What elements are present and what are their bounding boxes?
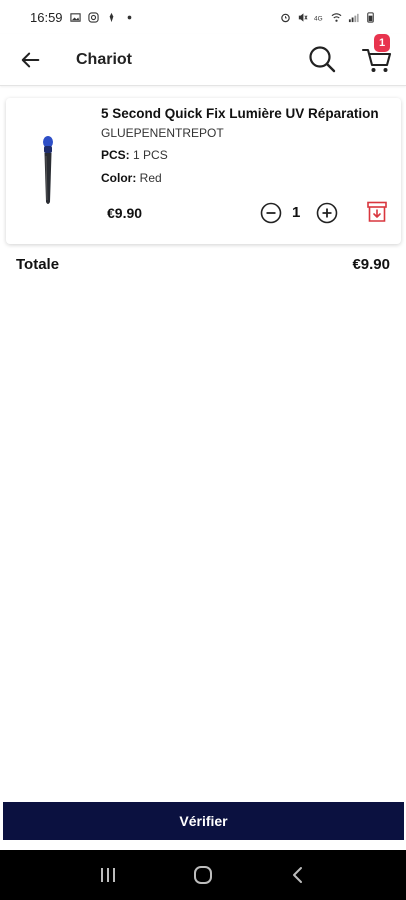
minus-circle-icon bbox=[260, 202, 282, 224]
increase-quantity-button[interactable] bbox=[316, 202, 338, 224]
mute-icon bbox=[297, 12, 308, 23]
color-value: Red bbox=[139, 171, 162, 185]
home-button[interactable] bbox=[189, 861, 217, 889]
total-value: €9.90 bbox=[352, 256, 390, 273]
status-bar: 16:59 4G bbox=[0, 0, 406, 34]
recent-apps-button[interactable] bbox=[94, 861, 122, 889]
product-price: €9.90 bbox=[107, 205, 143, 221]
chevron-left-icon bbox=[293, 867, 303, 883]
alarm-icon bbox=[280, 12, 291, 23]
app-bar: Chariot 1 bbox=[0, 34, 406, 86]
delete-icon bbox=[367, 201, 387, 222]
uv-pen-image bbox=[43, 136, 53, 204]
product-pcs: PCS: 1 PCS bbox=[101, 148, 168, 162]
status-time: 16:59 bbox=[30, 9, 63, 25]
dot-icon bbox=[124, 12, 135, 23]
quantity-value: 1 bbox=[292, 204, 301, 221]
system-back-button[interactable] bbox=[284, 861, 312, 889]
product-color: Color: Red bbox=[101, 171, 162, 185]
product-image[interactable] bbox=[34, 134, 62, 208]
wifi-icon bbox=[331, 12, 342, 23]
volte-icon: 4G bbox=[314, 12, 325, 23]
product-seller: GLUEPENENTREPOT bbox=[101, 126, 224, 140]
total-label: Totale bbox=[16, 256, 60, 273]
arrow-left-icon bbox=[21, 52, 40, 67]
search-button[interactable] bbox=[306, 43, 338, 75]
checkout-button[interactable]: Vérifier bbox=[3, 802, 404, 840]
gallery-icon bbox=[69, 12, 81, 23]
pcs-label: PCS: bbox=[101, 148, 130, 162]
delete-item-button[interactable] bbox=[366, 200, 388, 224]
back-button[interactable] bbox=[16, 45, 46, 75]
page-title: Chariot bbox=[76, 50, 132, 68]
signal-icon bbox=[348, 12, 359, 23]
pcs-value: 1 PCS bbox=[133, 148, 168, 162]
plus-circle-icon bbox=[316, 202, 338, 224]
system-nav-bar bbox=[0, 850, 406, 900]
notification-icon bbox=[106, 12, 117, 23]
cart-item-card: 5 Second Quick Fix Lumière UV Réparation… bbox=[6, 98, 401, 244]
color-label: Color: bbox=[101, 171, 137, 185]
status-right: 4G bbox=[280, 11, 376, 23]
search-icon bbox=[309, 46, 336, 73]
checkout-button-label: Vérifier bbox=[179, 813, 228, 829]
total-row: Totale €9.90 bbox=[16, 256, 390, 273]
instagram-icon bbox=[87, 11, 99, 23]
status-left: 16:59 bbox=[30, 10, 135, 25]
cart-count-badge: 1 bbox=[374, 34, 390, 52]
home-icon bbox=[193, 866, 212, 884]
product-title[interactable]: 5 Second Quick Fix Lumière UV Réparation bbox=[101, 106, 379, 121]
svg-text:4G: 4G bbox=[314, 15, 323, 22]
recent-apps-icon bbox=[100, 868, 115, 882]
battery-icon bbox=[365, 11, 376, 23]
decrease-quantity-button[interactable] bbox=[260, 202, 282, 224]
